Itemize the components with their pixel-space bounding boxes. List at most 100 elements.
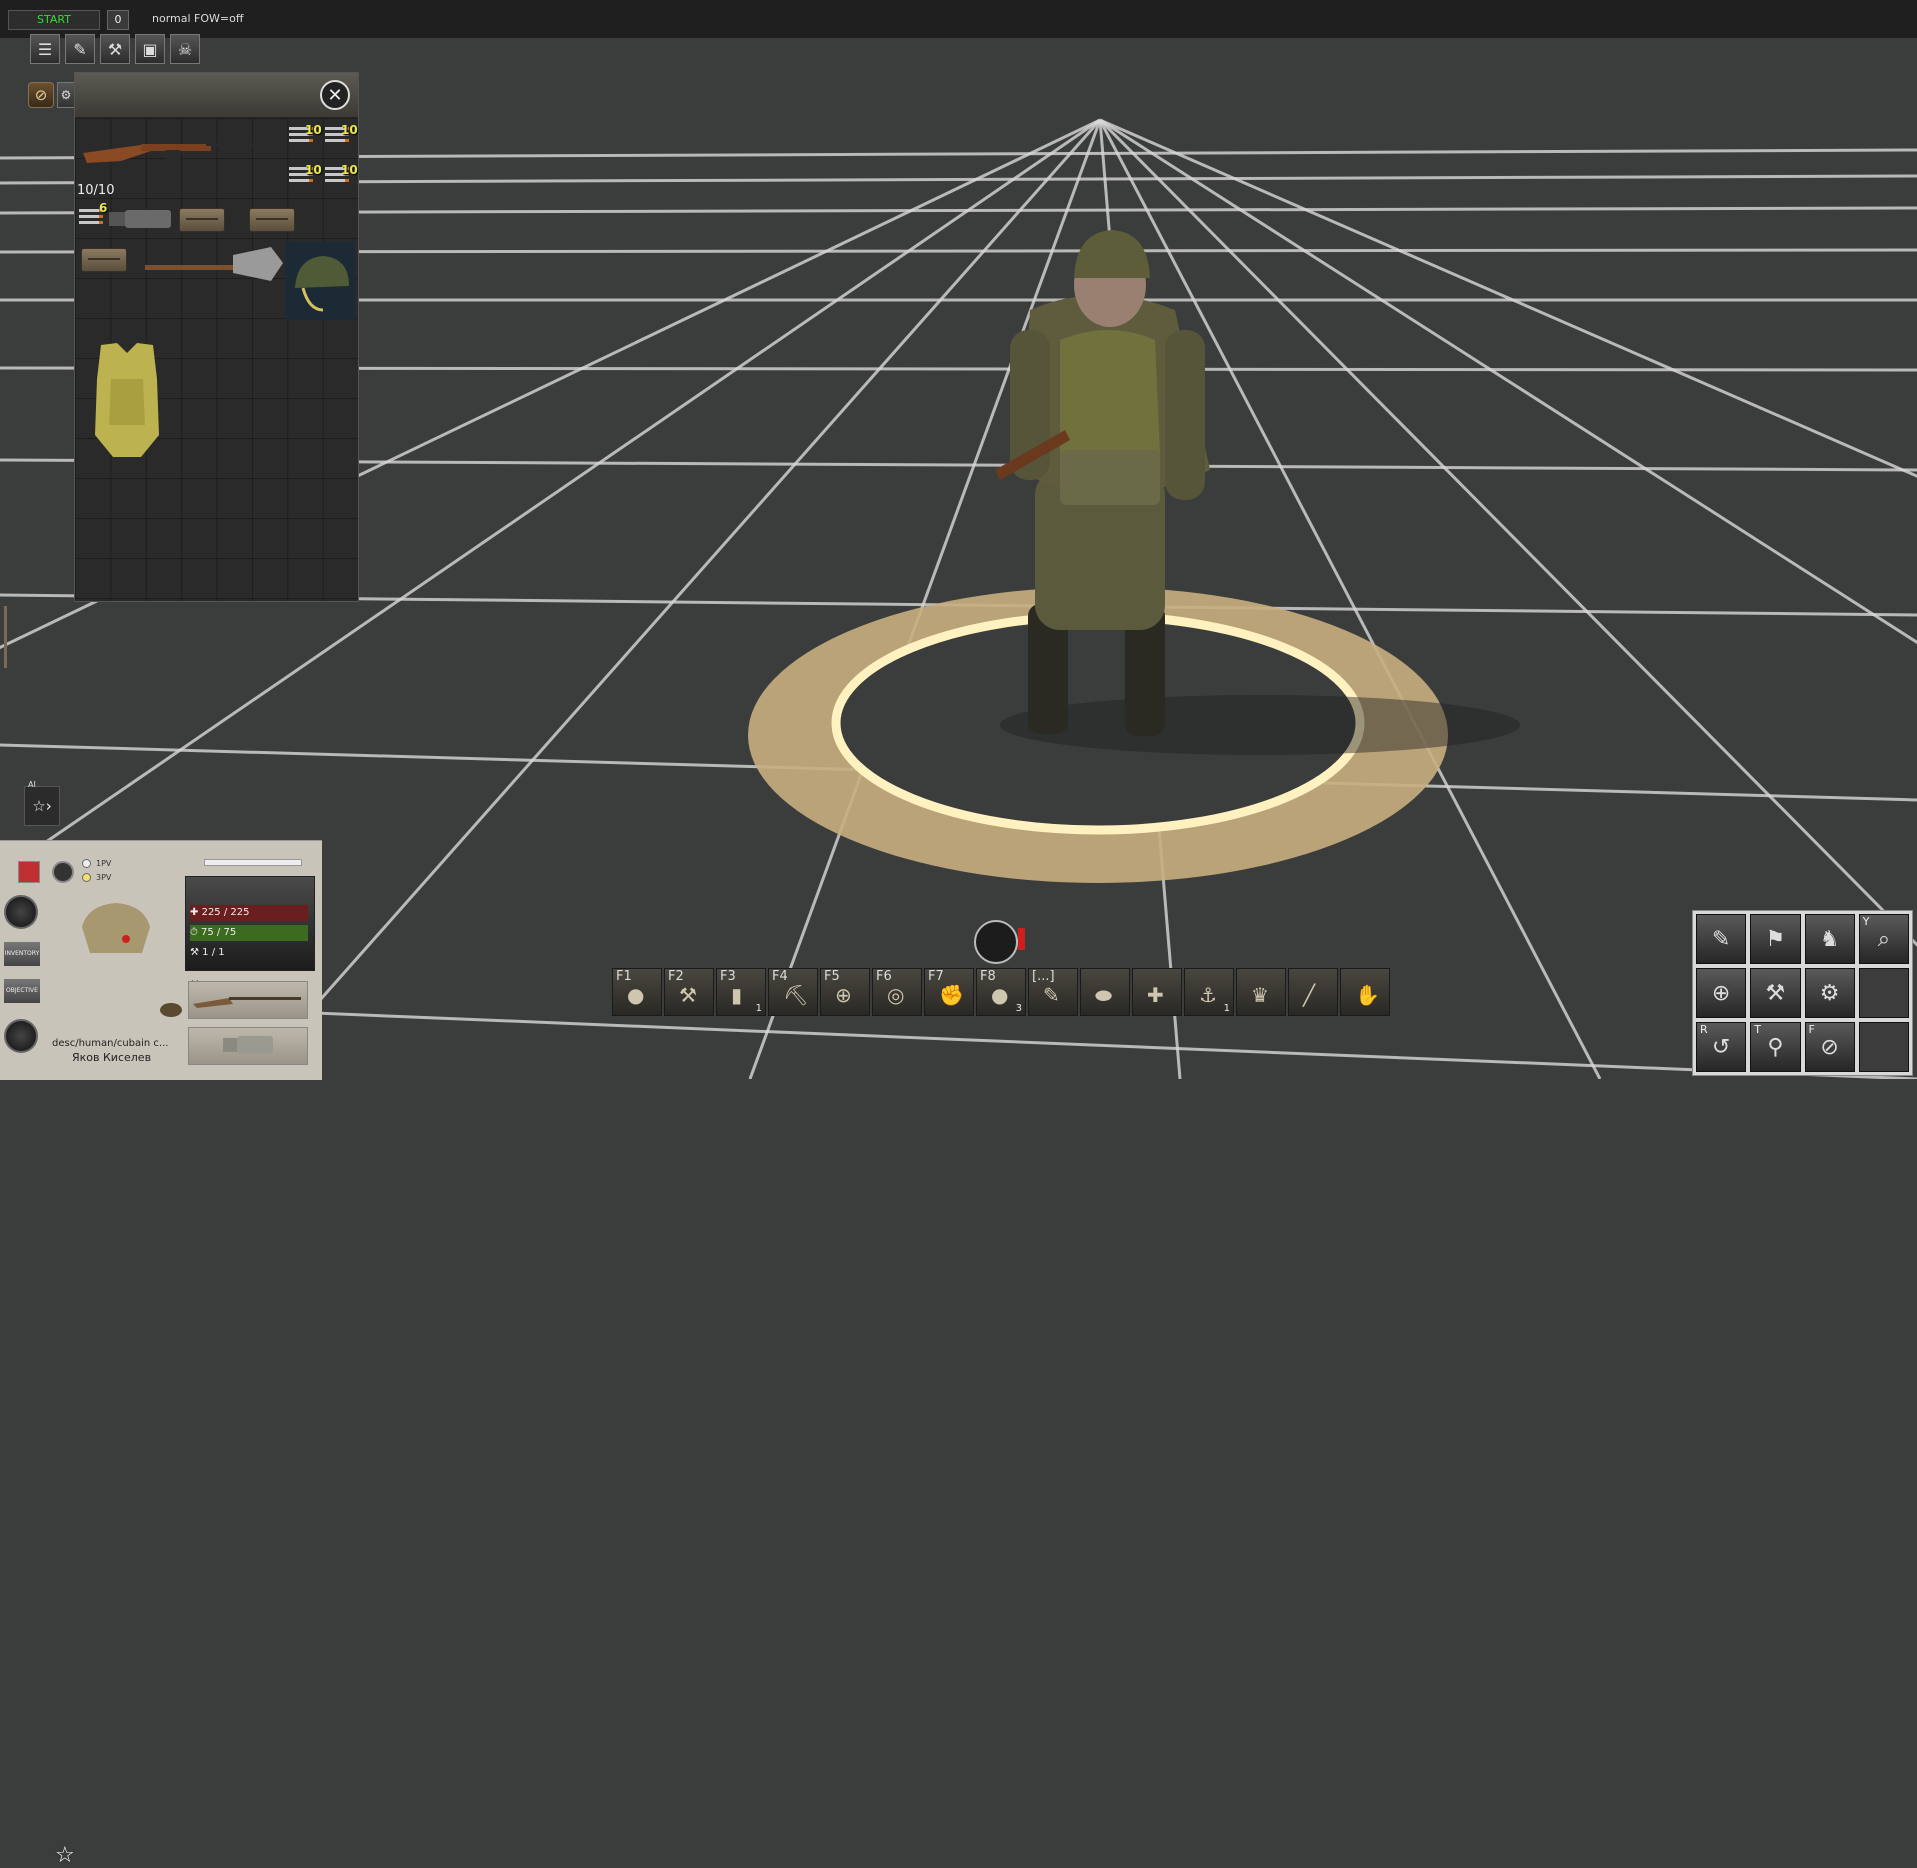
wrench-icon: ✎ bbox=[1043, 983, 1060, 1007]
tools-row: ⚒ 1 / 1 bbox=[190, 945, 308, 961]
list-icon[interactable]: ☰ bbox=[30, 34, 60, 64]
hotbar-slot-f7[interactable]: F7 ✊ bbox=[924, 968, 974, 1016]
action-target[interactable]: ⊕ bbox=[1696, 968, 1747, 1018]
squad-ai-tag: AI bbox=[28, 780, 36, 789]
entrenching-shovel-item[interactable] bbox=[145, 241, 285, 285]
skull-crossbones-icon[interactable]: ☠ bbox=[170, 34, 200, 64]
counter-badge: 0 bbox=[107, 10, 129, 30]
ammo-pouch-item[interactable] bbox=[179, 208, 225, 232]
ammo-pouch-item[interactable] bbox=[81, 248, 127, 272]
side-scroll-indicator[interactable] bbox=[4, 606, 7, 668]
ammo-count-label: 10 bbox=[341, 163, 358, 177]
stance-dial[interactable] bbox=[4, 895, 38, 929]
ammo-pouch-item[interactable] bbox=[249, 208, 295, 232]
action-undo[interactable]: R ↺ bbox=[1696, 1022, 1747, 1072]
view-radio-3pv[interactable] bbox=[82, 873, 91, 882]
hotkey-label: F3 bbox=[720, 969, 736, 984]
mode-status-text: normal FOW=off bbox=[152, 12, 244, 25]
tools-icon: ⚒ bbox=[190, 947, 199, 958]
hotbar-slot-f5[interactable]: F5 ⊕ bbox=[820, 968, 870, 1016]
pickaxe-icon: ⛏ bbox=[783, 983, 809, 1007]
current-weapon-indicator[interactable] bbox=[974, 920, 1018, 964]
ssh40-helmet-item[interactable] bbox=[289, 250, 353, 314]
hotbar-slot-hand[interactable]: ✋ bbox=[1340, 968, 1390, 1016]
hotbar-slot-f6[interactable]: F6 ◎ bbox=[872, 968, 922, 1016]
pencil-icon: ✎ bbox=[1711, 926, 1731, 952]
unit-descriptor-path: desc/human/cubain c... bbox=[52, 1038, 169, 1049]
view-label-3pv: 3PV bbox=[96, 873, 112, 882]
gear-icon: ⚙ bbox=[1819, 980, 1840, 1006]
magnifier-icon: ⌕ bbox=[1877, 926, 1891, 952]
close-icon[interactable]: ✕ bbox=[320, 80, 350, 110]
hotbar-slot-repair[interactable]: ✚ bbox=[1132, 968, 1182, 1016]
no-entry-icon: ⊘ bbox=[1820, 1034, 1839, 1060]
hotbar-slot-crown[interactable]: ♛ bbox=[1236, 968, 1286, 1016]
unit-stats-box: ✚ 225 / 225 ⏱ 75 / 75 ⚒ 1 / 1 bbox=[185, 876, 315, 971]
hotbar-slot-f8[interactable]: F8 ● 3 bbox=[976, 968, 1026, 1016]
action-zoom[interactable]: Y ⌕ bbox=[1858, 914, 1909, 964]
hotkey-label: F5 bbox=[824, 969, 840, 984]
stopwatch-icon: ⏱ bbox=[190, 927, 198, 938]
body-armor-vest-item[interactable] bbox=[87, 339, 167, 459]
action-repair[interactable]: ⚒ bbox=[1750, 968, 1801, 1018]
hotbar-slot-weapon[interactable]: ╱ bbox=[1288, 968, 1338, 1016]
speed-dial[interactable] bbox=[4, 1019, 38, 1053]
camera-toggle-icon[interactable] bbox=[52, 861, 74, 883]
hotkey-label: F7 bbox=[928, 969, 944, 984]
slot-count: 1 bbox=[755, 1003, 762, 1014]
primary-weapon-slot[interactable] bbox=[188, 981, 308, 1019]
unit-flag-icon[interactable] bbox=[18, 861, 40, 883]
hotbar-slot-f3[interactable]: F3 ▮ 1 bbox=[716, 968, 766, 1016]
hotbar-slot-f4[interactable]: F4 ⛏ bbox=[768, 968, 818, 1016]
action-slot-empty[interactable] bbox=[1858, 1022, 1909, 1072]
crosshair-icon: ⊕ bbox=[1711, 980, 1731, 1006]
magazine-count-label: 10/10 bbox=[77, 183, 115, 198]
action-slot-empty[interactable] bbox=[1858, 968, 1909, 1018]
objective-button[interactable]: OBJECTIVE bbox=[4, 979, 40, 1003]
loose-ammo-count: 6 bbox=[99, 201, 108, 215]
start-button[interactable]: START bbox=[8, 10, 100, 30]
ammo-count-label: 10 bbox=[341, 123, 358, 137]
soldier-pose-icon[interactable]: ⚒ bbox=[100, 34, 130, 64]
squad-star-icon[interactable]: ☆› bbox=[24, 786, 60, 826]
pencil-icon[interactable]: ✎ bbox=[65, 34, 95, 64]
ammo-count-label: 10 bbox=[305, 163, 322, 177]
inventory-button[interactable]: INVENTORY bbox=[4, 942, 40, 966]
action-settings[interactable]: ⚙ bbox=[1804, 968, 1855, 1018]
hotbar-slot-mine[interactable]: ⬬ bbox=[1080, 968, 1130, 1016]
crate-icon[interactable]: ▣ bbox=[135, 34, 165, 64]
action-dig[interactable]: ✎ bbox=[1696, 914, 1747, 964]
compass-icon[interactable]: ⊘ bbox=[28, 82, 54, 108]
ammo-type-icon[interactable] bbox=[160, 1003, 182, 1017]
hotkey-label: F8 bbox=[980, 969, 996, 984]
hammer-icon: ⚒ bbox=[679, 983, 697, 1007]
health-cross-icon: ✚ bbox=[190, 907, 199, 918]
gear-icon[interactable]: ⚙ bbox=[57, 82, 75, 108]
rotate-left-icon: ↺ bbox=[1711, 1034, 1731, 1060]
hotbar-slot-f1[interactable]: F1 ● bbox=[612, 968, 662, 1016]
action-stance[interactable]: ♞ bbox=[1804, 914, 1855, 964]
svt-rifle-item[interactable] bbox=[81, 131, 281, 167]
health-row: ✚ 225 / 225 bbox=[190, 905, 308, 921]
rifle-icon bbox=[193, 997, 301, 1008]
unit-name: Яков Киселев bbox=[72, 1051, 152, 1064]
hotkey-label: F6 bbox=[876, 969, 892, 984]
hotbar-slot-anchor[interactable]: ⚓ 1 bbox=[1184, 968, 1234, 1016]
hotbar: F1 ● F2 ⚒ F3 ▮ 1 F4 ⛏ F5 ⊕ F6 ◎ F7 ✊ F8 ● 3 [...] ✎… bbox=[612, 968, 1390, 1016]
action-aim[interactable]: F ⊘ bbox=[1804, 1022, 1855, 1072]
hotbar-slot-more[interactable]: [...] ✎ bbox=[1028, 968, 1078, 1016]
rank-star-icon: ☆ bbox=[55, 1843, 75, 1868]
hotkey-label: F bbox=[1808, 1023, 1815, 1036]
grenade-canister-item[interactable] bbox=[109, 207, 173, 231]
soldier-stand-icon: ♞ bbox=[1819, 926, 1840, 952]
inventory-header[interactable] bbox=[75, 73, 358, 117]
action-shovel[interactable]: T ⚲ bbox=[1750, 1022, 1801, 1072]
anchor-icon: ⚓ bbox=[1199, 983, 1217, 1007]
action-crouch-run[interactable]: ⚑ bbox=[1750, 914, 1801, 964]
view-radio-1pv[interactable] bbox=[82, 859, 91, 868]
morale-slider[interactable] bbox=[204, 859, 302, 866]
hotbar-slot-f2[interactable]: F2 ⚒ bbox=[664, 968, 714, 1016]
uniform-portrait bbox=[82, 903, 150, 953]
machine-gun-icon: ╱ bbox=[1303, 983, 1316, 1007]
secondary-weapon-slot[interactable] bbox=[188, 1027, 308, 1065]
